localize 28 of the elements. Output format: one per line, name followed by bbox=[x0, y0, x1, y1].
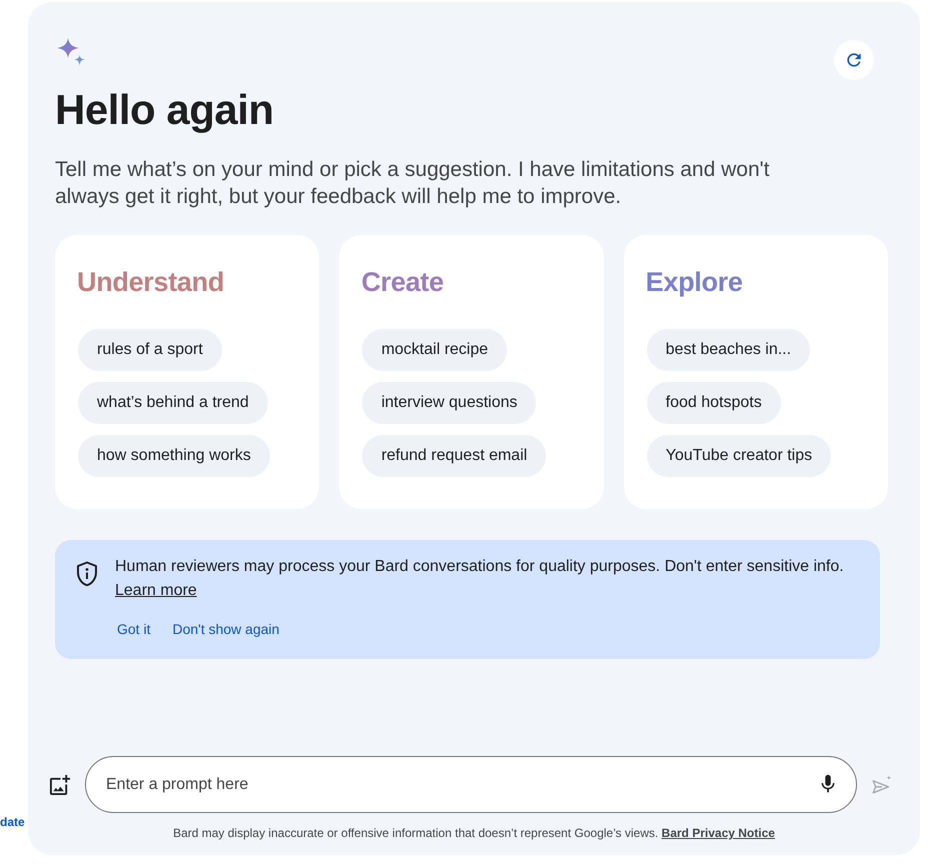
suggestion-chip[interactable]: mocktail recipe bbox=[362, 329, 508, 371]
suggestion-chip[interactable]: YouTube creator tips bbox=[646, 435, 832, 477]
send-icon bbox=[871, 774, 893, 796]
suggestion-chip[interactable]: best beaches in... bbox=[646, 329, 810, 371]
greeting-subtitle: Tell me what’s on your mind or pick a suggestion. I have limitations and won't always get it right, but your feedback will help me to improve. bbox=[55, 157, 770, 210]
privacy-notice-text: Human reviewers may process your Bard conversations for quality purposes. Don't enter sensitive info. Learn more bbox=[115, 557, 845, 601]
prompt-input-field[interactable]: Enter a prompt here bbox=[85, 756, 857, 813]
notice-action-button[interactable]: Don't show again bbox=[172, 613, 280, 645]
side-link[interactable]: date bbox=[0, 814, 28, 830]
category-title: Explore bbox=[646, 266, 744, 299]
suggestion-chip[interactable]: how something works bbox=[78, 435, 270, 477]
category-title: Understand bbox=[77, 266, 226, 299]
privacy-notice-link[interactable]: Bard Privacy Notice bbox=[662, 826, 775, 840]
disclaimer-text: Bard may display inaccurate or offensive information that doesn’t represent Google’s views. Bard Privacy Notice bbox=[172, 825, 776, 841]
refresh-button[interactable] bbox=[834, 40, 874, 80]
image-add-icon bbox=[49, 774, 71, 796]
suggestion-chip[interactable]: interview questions bbox=[362, 382, 536, 424]
sparkle-logo-icon bbox=[57, 38, 85, 66]
suggestion-chip[interactable]: rules of a sport bbox=[78, 329, 222, 371]
suggestion-chip[interactable]: refund request email bbox=[362, 435, 546, 477]
category-title: Create bbox=[361, 266, 445, 299]
suggestion-chip[interactable]: what’s behind a trend bbox=[78, 382, 268, 424]
notice-action-button[interactable]: Got it bbox=[117, 613, 150, 645]
greeting-title: Hello again bbox=[55, 85, 275, 135]
shield-info-icon bbox=[76, 561, 98, 587]
add-image-button[interactable] bbox=[49, 774, 71, 796]
learn-more-link[interactable]: Learn more bbox=[115, 582, 197, 599]
suggestion-chip[interactable]: food hotspots bbox=[646, 382, 781, 424]
